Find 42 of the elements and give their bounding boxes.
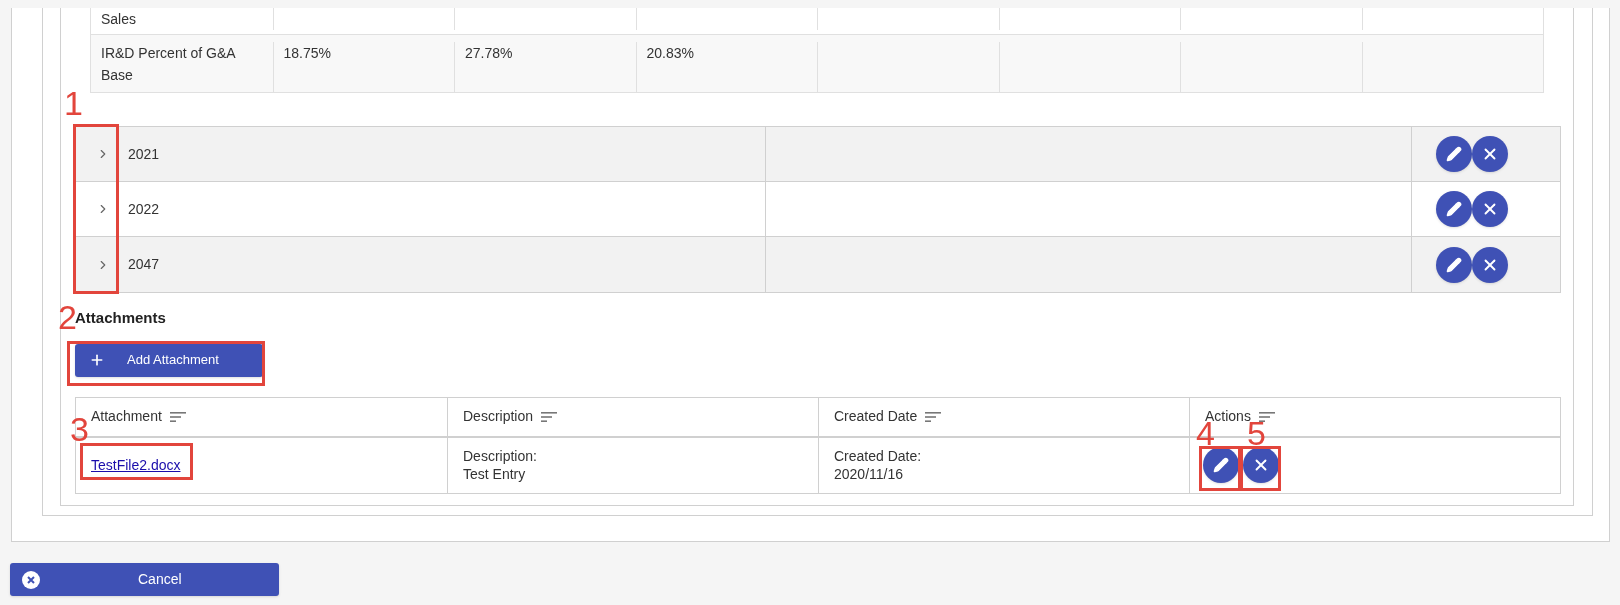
sort-icon[interactable] (925, 410, 942, 423)
table-cell-text: Description: (463, 447, 538, 465)
callout-box (1240, 446, 1281, 491)
edit-button[interactable] (1436, 246, 1472, 283)
column-header[interactable]: Attachment (91, 406, 162, 427)
pencil-icon (1446, 201, 1462, 217)
delete-button[interactable] (1243, 447, 1279, 483)
edit-button[interactable] (1203, 447, 1239, 483)
table-cell-text: 2020/11/16 (834, 465, 905, 483)
delete-button[interactable] (1472, 136, 1508, 172)
table-cell-text: 18.75% (283, 44, 332, 63)
plus-icon (89, 352, 105, 368)
cancel-button[interactable]: Cancel (10, 563, 279, 596)
callout-number: 3 (70, 412, 89, 446)
pencil-icon (1446, 146, 1462, 162)
callout-number: 2 (58, 300, 77, 334)
table-cell-text: 20.83% (646, 44, 695, 63)
delete-button[interactable] (1472, 246, 1508, 283)
section-heading: Attachments (75, 309, 167, 326)
table-cell-text: Test Entry (463, 465, 527, 483)
callout-box (1199, 446, 1241, 491)
column-header[interactable]: Description (463, 406, 534, 427)
file-link[interactable]: TestFile2.docx (91, 454, 181, 476)
pencil-icon (1213, 457, 1229, 473)
callout-number: 1 (64, 86, 83, 120)
year-label: 2021 (128, 144, 160, 164)
year-label: 2022 (128, 199, 160, 219)
edit-button[interactable] (1436, 136, 1472, 172)
table-cell-text: Created Date: (834, 447, 923, 465)
sort-icon[interactable] (169, 410, 186, 423)
edit-button[interactable] (1436, 191, 1472, 227)
close-circle-icon (22, 570, 40, 589)
sort-icon[interactable] (1258, 410, 1275, 423)
year-label: 2047 (128, 255, 160, 274)
delete-button[interactable] (1472, 191, 1508, 227)
table-cell-text: 27.78% (465, 44, 514, 63)
sort-icon[interactable] (541, 410, 558, 423)
column-header[interactable]: Created Date (834, 406, 918, 427)
pencil-icon (1446, 256, 1462, 273)
table-cell-text: Sales (101, 10, 138, 29)
add-attachment-button[interactable]: Add Attachment (75, 343, 263, 377)
table-cell-text: IR&D Percent of G&A Base (101, 44, 237, 85)
